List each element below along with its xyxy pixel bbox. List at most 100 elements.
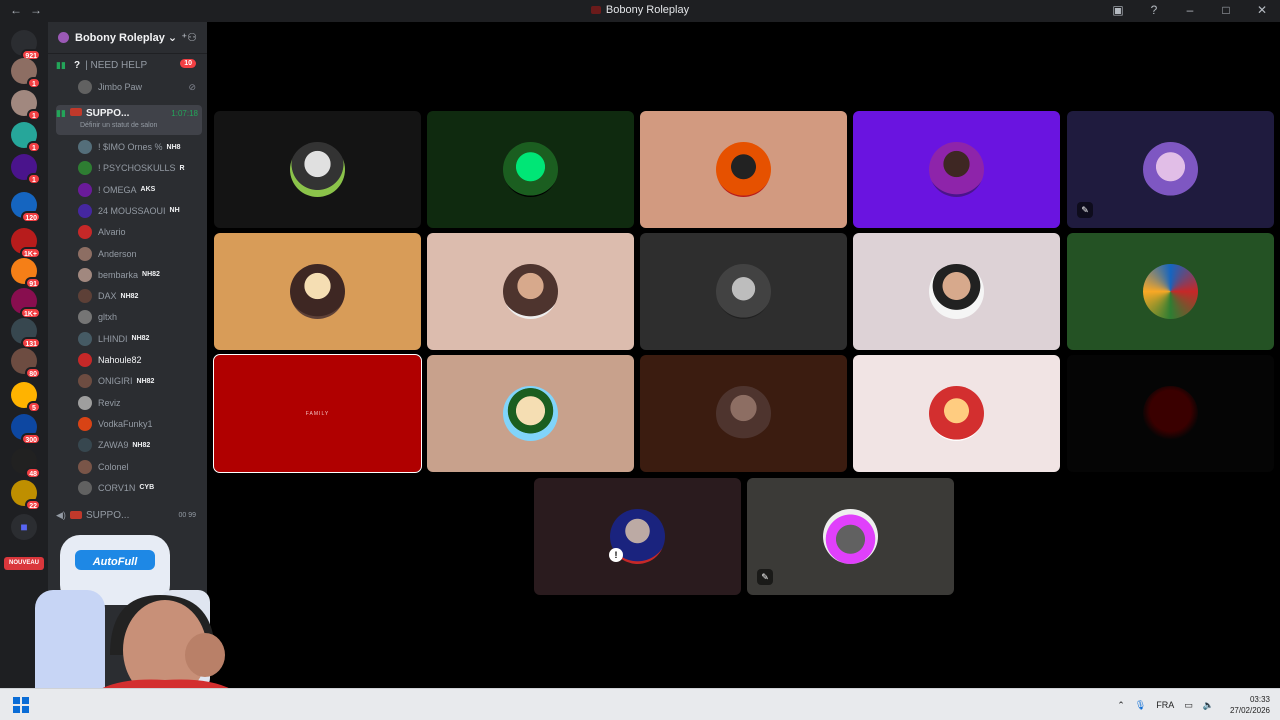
direct-messages-icon[interactable]: 921 — [11, 30, 41, 61]
server-icon — [58, 32, 69, 43]
server-icon[interactable]: 48 — [11, 448, 41, 479]
avatar — [503, 142, 558, 197]
avatar — [78, 80, 92, 94]
participant-tile[interactable] — [427, 233, 634, 350]
volume-icon[interactable]: 🔈 — [1203, 700, 1214, 711]
minimize-button[interactable]: – — [1182, 3, 1198, 17]
chevron-up-icon[interactable]: ⌃ — [1117, 700, 1125, 711]
microphone-icon[interactable]: 🎙 — [1135, 700, 1146, 711]
channel-support-active[interactable]: ▮▮ SUPPO... 1:07:18 Définir un statut de… — [56, 105, 202, 135]
avatar — [78, 246, 92, 261]
participant-tile[interactable] — [853, 111, 1060, 228]
server-icon[interactable]: 1 — [11, 58, 41, 89]
window-title: Bobony Roleplay — [0, 4, 1280, 16]
participant-tile[interactable] — [1067, 355, 1274, 472]
maximize-button[interactable]: □ — [1218, 3, 1234, 17]
language-indicator[interactable]: FRA — [1156, 700, 1174, 710]
voice-user[interactable]: CORV1N CYB — [78, 478, 202, 498]
participant-tile[interactable] — [853, 355, 1060, 472]
server-icon[interactable]: 1 — [11, 90, 41, 121]
server-icon[interactable]: 1K+ — [11, 288, 41, 319]
avatar — [78, 161, 92, 176]
help-icon: ? — [74, 59, 81, 71]
avatar — [290, 142, 345, 197]
user-tag: R — [179, 164, 185, 172]
participant-tile[interactable] — [640, 355, 847, 472]
voice-user[interactable]: Anderson — [78, 244, 202, 264]
username: ! OMEGA — [98, 184, 137, 195]
voice-user[interactable]: Jimbo Paw ⊘ — [78, 77, 202, 97]
voice-user[interactable]: ! $IMO Ornes % NH8 — [78, 137, 202, 157]
participant-tile[interactable] — [853, 233, 1060, 350]
voice-user[interactable]: VodkaFunky1 — [78, 414, 202, 434]
voice-user[interactable]: ONIGIRI NH82 — [78, 371, 202, 391]
voice-user[interactable]: Colonel — [78, 457, 202, 477]
avatar — [929, 142, 984, 197]
taskbar: ⌃ 🎙 FRA ▭ 🔈 03:33 27/02/2026 — [0, 688, 1280, 720]
voice-user[interactable]: ! PSYCHOSKULLS R — [78, 158, 202, 178]
server-icon[interactable]: 120 — [11, 192, 41, 223]
server-icon[interactable]: 22 — [11, 480, 41, 511]
voice-user[interactable]: gltxh — [78, 307, 202, 327]
participant-tile[interactable] — [427, 355, 634, 472]
voice-user[interactable]: 24 MOUSSAOUI NH — [78, 201, 202, 221]
avatar — [503, 264, 558, 319]
username: Colonel — [98, 461, 129, 472]
channel-support-2[interactable]: ◀) SUPPO... 00 99 — [56, 505, 202, 525]
server-icon[interactable]: 1K+ — [11, 228, 41, 259]
avatar — [716, 386, 771, 441]
avatar — [716, 264, 771, 319]
participant-tile[interactable]: ! — [534, 478, 741, 595]
server-icon[interactable]: 300 — [11, 414, 41, 445]
server-header[interactable]: Bobony Roleplay ⌄ ⁺⚇ — [48, 22, 207, 54]
voice-user[interactable]: bembarka NH82 — [78, 265, 202, 285]
voice-user[interactable]: Reviz — [78, 393, 202, 413]
voice-icon: ▮▮ — [56, 108, 66, 118]
voice-user[interactable]: Alvario — [78, 222, 202, 242]
clock[interactable]: 03:33 27/02/2026 — [1230, 694, 1270, 716]
avatar — [78, 140, 92, 154]
help-icon[interactable]: ? — [1146, 3, 1162, 17]
server-icon[interactable]: 131 — [11, 318, 41, 349]
server-icon[interactable]: 1 — [11, 122, 41, 153]
avatar — [78, 395, 92, 410]
server-icon[interactable]: 5 — [11, 382, 41, 413]
invite-icon[interactable]: ⁺⚇ — [181, 31, 197, 44]
participant-tile[interactable]: ✎ — [747, 478, 954, 595]
participant-tile[interactable]: FAMILY — [213, 354, 422, 473]
participant-tile[interactable] — [640, 233, 847, 350]
channel-tag-icon — [70, 511, 82, 519]
start-button[interactable] — [13, 697, 29, 713]
screen-share-icon[interactable]: ▣ — [1110, 3, 1126, 17]
participant-tile[interactable] — [214, 233, 421, 350]
voice-user[interactable]: LHINDI NH82 — [78, 329, 202, 349]
server-icon[interactable]: 80 — [11, 348, 41, 379]
username: Reviz — [98, 397, 121, 408]
avatar — [78, 310, 92, 325]
avatar — [929, 264, 984, 319]
channel-need-help[interactable]: ▮▮ ? | NEED HELP 10 — [56, 55, 202, 75]
participant-tile[interactable] — [427, 111, 634, 228]
user-tag: AKS — [140, 186, 156, 194]
participant-tile[interactable] — [1067, 233, 1274, 350]
close-button[interactable]: ✕ — [1254, 3, 1270, 17]
avatar — [290, 264, 345, 319]
avatar — [78, 331, 92, 346]
mic-muted-icon: ✎ — [757, 569, 773, 585]
avatar — [78, 480, 92, 495]
network-icon[interactable]: ▭ — [1184, 700, 1193, 711]
voice-user[interactable]: Nahoule82 — [78, 350, 202, 370]
user-tag: NH82 — [132, 441, 151, 449]
participant-tile[interactable] — [640, 111, 847, 228]
participant-tile[interactable] — [214, 111, 421, 228]
voice-user[interactable]: DAX NH82 — [78, 286, 202, 306]
voice-user[interactable]: ! OMEGA AKS — [78, 180, 202, 200]
server-icon[interactable]: 1 — [11, 154, 41, 185]
username: ONIGIRI — [98, 376, 133, 387]
participant-tile[interactable]: ✎ — [1067, 111, 1274, 228]
voice-user[interactable]: ZAWA9 NH82 — [78, 435, 202, 455]
username: gltxh — [98, 312, 118, 323]
speaker-icon: ◀) — [56, 509, 66, 520]
server-icon[interactable]: 91 — [11, 258, 41, 289]
user-tag: CYB — [139, 484, 155, 492]
